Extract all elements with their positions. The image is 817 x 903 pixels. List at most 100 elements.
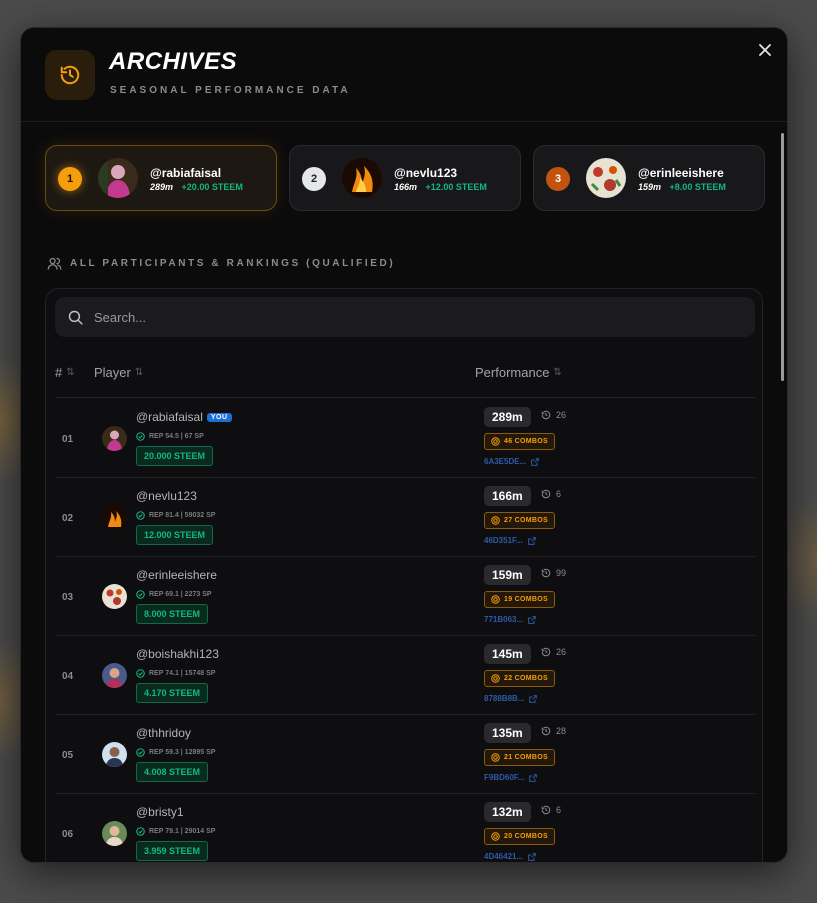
external-link-icon <box>531 457 540 466</box>
row-rank: 05 <box>62 750 74 761</box>
table-row[interactable]: 01 @rabiafaisal YOU REP 54.5 | 67 SP 20.0… <box>55 399 755 478</box>
combo-count: 22 COMBOS <box>504 675 548 682</box>
tx-hash-link[interactable]: 4D46421... <box>484 852 536 861</box>
distance-badge: 159m <box>484 565 531 585</box>
search-bar <box>55 297 755 337</box>
tx-hash-link[interactable]: F9BD60F... <box>484 773 538 782</box>
column-header-rank[interactable]: # ⇅ <box>55 365 75 380</box>
external-link-icon <box>528 615 536 624</box>
search-input[interactable] <box>94 309 694 325</box>
jump-count: 99 <box>556 568 567 578</box>
podium-card-2[interactable]: 2 @nevlu123 166m +12.00 STEEM <box>289 145 521 211</box>
check-circle-icon <box>136 590 145 599</box>
tx-hash-link[interactable]: 6A3E5DE... <box>484 457 540 466</box>
external-link-icon <box>529 694 538 703</box>
history-icon <box>541 726 551 736</box>
table-row[interactable]: 05 @thhridoy REP 59.3 | 12895 SP 4.008 S… <box>55 715 755 794</box>
tx-hash-link[interactable]: 8788B8B... <box>484 694 538 703</box>
check-circle-icon <box>136 748 145 757</box>
external-link-icon <box>528 852 536 861</box>
column-header-player[interactable]: Player ⇅ <box>94 365 143 380</box>
distance-badge: 145m <box>484 644 531 664</box>
steem-reward: 20.000 STEEM <box>136 446 214 466</box>
table-row[interactable]: 03 @erinleeishere REP 69.1 | 2273 SP 8.0… <box>55 557 755 636</box>
row-rep: REP 59.3 | 12895 SP <box>149 749 216 756</box>
target-icon <box>491 674 500 683</box>
users-icon <box>47 257 62 270</box>
podium-distance: 289m <box>150 182 174 192</box>
avatar <box>102 505 127 530</box>
avatar <box>102 821 127 846</box>
jump-count: 6 <box>556 489 562 499</box>
row-rank: 02 <box>62 513 74 524</box>
search-icon <box>68 310 83 325</box>
row-rep: REP 54.5 | 67 SP <box>149 433 204 440</box>
row-rep: REP 79.1 | 29014 SP <box>149 828 216 835</box>
history-icon <box>541 568 551 578</box>
target-icon <box>491 595 500 604</box>
podium-distance: 159m <box>638 182 662 192</box>
combo-count: 21 COMBOS <box>504 754 548 761</box>
check-circle-icon <box>136 432 145 441</box>
podium-username: @rabiafaisal <box>150 166 222 180</box>
sort-icon: ⇅ <box>134 367 144 378</box>
row-rep: REP 69.1 | 2273 SP <box>149 591 212 598</box>
target-icon <box>491 832 500 841</box>
column-header-performance[interactable]: Performance ⇅ <box>475 365 562 380</box>
external-link-icon <box>527 536 536 545</box>
external-link-icon <box>529 773 538 782</box>
history-icon <box>541 410 551 420</box>
podium-username: @erinleeishere <box>638 166 724 180</box>
tx-hash-link[interactable]: 771B063... <box>484 615 536 624</box>
row-username[interactable]: @nevlu123 <box>136 489 197 503</box>
rank-badge: 3 <box>546 167 570 191</box>
table-row[interactable]: 06 @bristy1 REP 79.1 | 29014 SP 3.959 ST… <box>55 794 755 862</box>
steem-reward: 8.000 STEEM <box>136 604 209 624</box>
table-header: # ⇅ Player ⇅ Performance ⇅ <box>55 351 755 398</box>
check-circle-icon <box>136 511 145 520</box>
avatar <box>98 158 138 198</box>
podium-reward: +12.00 STEEM <box>425 182 487 192</box>
row-rank: 04 <box>62 671 74 682</box>
row-username[interactable]: @erinleeishere <box>136 568 217 582</box>
podium-reward: +8.00 STEEM <box>669 182 726 192</box>
history-icon <box>541 647 551 657</box>
jump-count: 6 <box>556 805 562 815</box>
sort-icon: ⇅ <box>66 367 75 378</box>
distance-badge: 166m <box>484 486 531 506</box>
row-rank: 01 <box>62 434 74 445</box>
row-rank: 06 <box>62 829 74 840</box>
steem-reward: 12.000 STEEM <box>136 525 214 545</box>
podium-distance: 166m <box>394 182 418 192</box>
steem-reward: 3.959 STEEM <box>136 841 209 861</box>
table-row[interactable]: 04 @boishakhi123 REP 74.1 | 15748 SP 4.1… <box>55 636 755 715</box>
row-username[interactable]: @thhridoy <box>136 726 191 740</box>
tx-hash-link[interactable]: 46D351F... <box>484 536 536 545</box>
section-label-text: ALL PARTICIPANTS & RANKINGS (QUALIFIED) <box>70 258 396 269</box>
rank-badge: 1 <box>58 167 82 191</box>
jump-count: 26 <box>556 647 567 657</box>
check-circle-icon <box>136 827 145 836</box>
row-rep: REP 74.1 | 15748 SP <box>149 670 216 677</box>
scrollbar-thumb[interactable] <box>781 133 784 381</box>
row-username[interactable]: @boishakhi123 <box>136 647 219 661</box>
combo-count: 19 COMBOS <box>504 596 548 603</box>
history-icon <box>541 489 551 499</box>
podium-card-3[interactable]: 3 @erinleeishere 159m +8.00 STEEM <box>533 145 765 211</box>
rank-badge: 2 <box>302 167 326 191</box>
row-rank: 03 <box>62 592 74 603</box>
podium: 1 @rabiafaisal 289m +20.00 STEEM 2 @nevl… <box>45 145 765 213</box>
modal-subtitle: SEASONAL PERFORMANCE DATA <box>110 85 351 96</box>
row-username[interactable]: @rabiafaisal <box>136 410 203 424</box>
steem-reward: 4.170 STEEM <box>136 683 209 703</box>
target-icon <box>491 753 500 762</box>
close-button[interactable] <box>755 40 775 60</box>
distance-badge: 135m <box>484 723 531 743</box>
table-row[interactable]: 02 @nevlu123 REP 81.4 | 59032 SP 12.000 … <box>55 478 755 557</box>
check-circle-icon <box>136 669 145 678</box>
avatar <box>102 584 127 609</box>
combo-count: 20 COMBOS <box>504 833 548 840</box>
modal-title: ARCHIVES <box>109 48 238 75</box>
row-username[interactable]: @bristy1 <box>136 805 184 819</box>
podium-card-1[interactable]: 1 @rabiafaisal 289m +20.00 STEEM <box>45 145 277 211</box>
